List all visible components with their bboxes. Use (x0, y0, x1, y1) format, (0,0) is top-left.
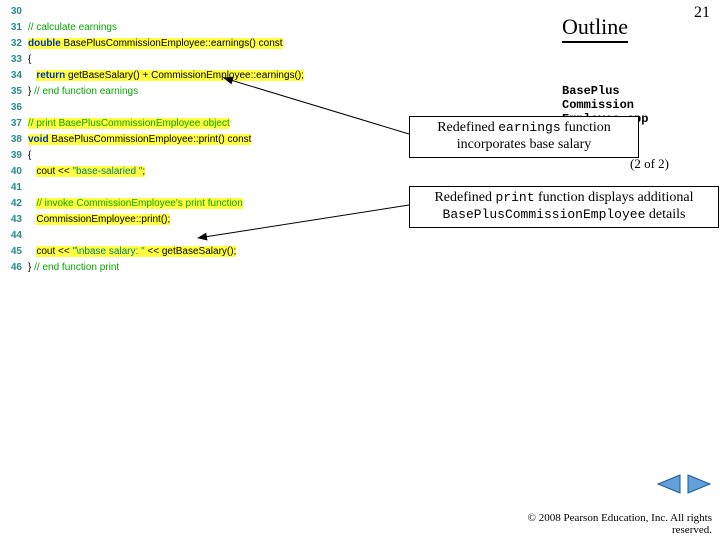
code-line: 42 // invoke CommissionEmployee's print … (0, 196, 470, 212)
code-line: 40 cout << "base-salaried "; (0, 164, 470, 180)
file-part-label: (2 of 2) (630, 156, 669, 172)
code-line: 34 return getBaseSalary() + CommissionEm… (0, 68, 470, 84)
page-number: 21 (694, 4, 710, 22)
code-line: 38void BasePlusCommissionEmployee::print… (0, 132, 470, 148)
callout-print: Redefined print function displays additi… (409, 186, 719, 228)
code-line: 36 (0, 100, 470, 116)
callout-earnings: Redefined earnings function incorporates… (409, 116, 639, 158)
code-line: 43 CommissionEmployee::print(); (0, 212, 470, 228)
code-line: 45 cout << "\nbase salary: " << getBaseS… (0, 244, 470, 260)
code-line: 35} // end function earnings (0, 84, 470, 100)
next-arrow-icon[interactable] (686, 473, 712, 495)
code-line: 41 (0, 180, 470, 196)
code-line: 31// calculate earnings (0, 20, 470, 36)
nav-arrows (656, 473, 712, 500)
code-line: 44 (0, 228, 470, 244)
code-line: 30 (0, 4, 470, 20)
prev-arrow-icon[interactable] (656, 473, 682, 495)
code-line: 39{ (0, 148, 470, 164)
code-listing: 3031// calculate earnings32double BasePl… (0, 0, 470, 276)
copyright: © 2008 Pearson Education, Inc. All right… (512, 512, 712, 536)
code-line: 46} // end function print (0, 260, 470, 276)
code-line: 37// print BasePlusCommissionEmployee ob… (0, 116, 470, 132)
code-line: 32double BasePlusCommissionEmployee::ear… (0, 36, 470, 52)
outline-heading: Outline (562, 14, 628, 43)
code-line: 33{ (0, 52, 470, 68)
